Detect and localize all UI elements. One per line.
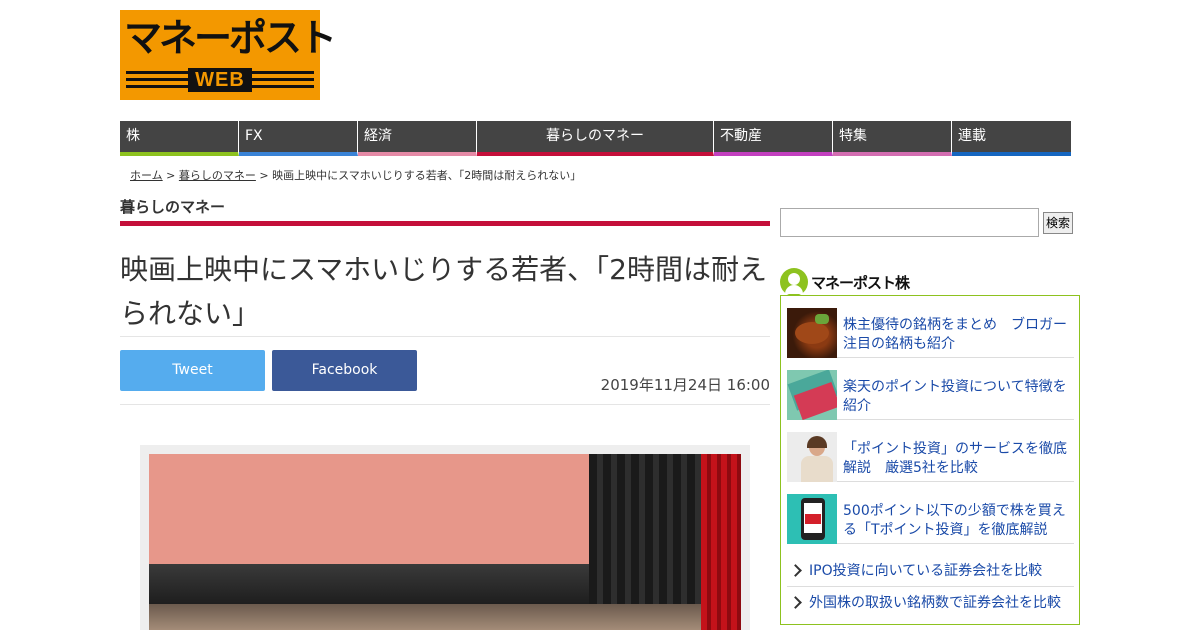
sidebar-link-label: 外国株の取扱い銘柄数で証券会社を比較 bbox=[809, 595, 1061, 611]
facebook-button[interactable]: Facebook bbox=[272, 350, 417, 391]
list-item[interactable]: 楽天のポイント投資について特徴を紹介 bbox=[787, 358, 1074, 420]
list-item-link[interactable]: 「ポイント投資」のサービスを徹底解説 厳選5社を比較 bbox=[843, 440, 1073, 478]
article-title: 映画上映中にスマホいじりする若者、「2時間は耐えられない」 bbox=[120, 253, 767, 330]
list-item-link[interactable]: 株主優待の銘柄をまとめ ブロガー注目の銘柄も紹介 bbox=[843, 316, 1073, 354]
nav-item[interactable]: 連載 bbox=[952, 121, 1071, 156]
main-nav: 株 FX 経済 暮らしのマネー 不動産 特集 連載 bbox=[120, 121, 1072, 156]
chevron-right-icon bbox=[789, 564, 802, 577]
nav-item[interactable]: 経済 bbox=[358, 121, 477, 156]
breadcrumb-separator: > bbox=[162, 169, 179, 182]
breadcrumb: ホーム > 暮らしのマネー > 映画上映中にスマホいじりする若者、「2時間は耐え… bbox=[130, 167, 581, 183]
list-item-link[interactable]: 500ポイント以下の少額で株を買える「Tポイント投資」を徹底解説 bbox=[843, 502, 1073, 540]
list-item[interactable]: 500ポイント以下の少額で株を買える「Tポイント投資」を徹底解説 bbox=[787, 482, 1074, 544]
nav-item[interactable]: 不動産 bbox=[714, 121, 833, 156]
sidebar-link-label: IPO投資に向いている証券会社を比較 bbox=[809, 563, 1043, 579]
sidebar-widget: 株主優待の銘柄をまとめ ブロガー注目の銘柄も紹介 楽天のポイント投資について特徴… bbox=[780, 295, 1080, 625]
tweet-button[interactable]: Tweet bbox=[120, 350, 265, 391]
point-card-icon bbox=[787, 370, 837, 420]
logo-web-text: WEB bbox=[188, 68, 252, 92]
breadcrumb-separator: > bbox=[255, 169, 273, 182]
nav-item[interactable]: FX bbox=[239, 121, 358, 156]
article-photo bbox=[149, 454, 741, 630]
list-item-link[interactable]: 楽天のポイント投資について特徴を紹介 bbox=[843, 378, 1073, 416]
breadcrumb-current: 映画上映中にスマホいじりする若者、「2時間は耐えられない」 bbox=[272, 169, 582, 182]
divider bbox=[120, 404, 770, 405]
nav-item[interactable]: 暮らしのマネー bbox=[477, 121, 714, 156]
nav-item[interactable]: 株 bbox=[120, 121, 239, 156]
widget-logo[interactable]: マネーポスト株 bbox=[780, 268, 910, 296]
red-curtain bbox=[701, 454, 741, 630]
stage-floor bbox=[149, 604, 701, 630]
widget-title: マネーポスト株 bbox=[811, 273, 910, 292]
breadcrumb-category-link[interactable]: 暮らしのマネー bbox=[179, 169, 256, 182]
list-item[interactable]: 「ポイント投資」のサービスを徹底解説 厳選5社を比較 bbox=[787, 420, 1074, 482]
phone-buy-icon bbox=[787, 494, 837, 544]
sidebar-link[interactable]: IPO投資に向いている証券会社を比較 bbox=[787, 555, 1074, 587]
chevron-right-icon bbox=[789, 596, 802, 609]
divider bbox=[120, 336, 770, 337]
publish-date: 2019年11月24日 16:00 bbox=[600, 376, 770, 394]
logo-main-text: マネーポスト bbox=[124, 16, 337, 60]
list-item[interactable]: 株主優待の銘柄をまとめ ブロガー注目の銘柄も紹介 bbox=[787, 296, 1074, 358]
nav-item[interactable]: 特集 bbox=[833, 121, 952, 156]
search-button[interactable]: 検索 bbox=[1043, 212, 1073, 234]
search-input[interactable] bbox=[780, 208, 1039, 237]
sidebar-link[interactable]: 外国株の取扱い銘柄数で証券会社を比較 bbox=[787, 587, 1074, 619]
woman-laptop-icon bbox=[787, 432, 837, 482]
breadcrumb-home-link[interactable]: ホーム bbox=[130, 169, 163, 182]
person-icon bbox=[780, 268, 808, 296]
category-heading: 暮らしのマネー bbox=[120, 196, 770, 226]
screen-border bbox=[149, 564, 589, 604]
site-logo[interactable]: マネーポスト WEB bbox=[120, 10, 337, 100]
food-dish-icon bbox=[787, 308, 837, 358]
